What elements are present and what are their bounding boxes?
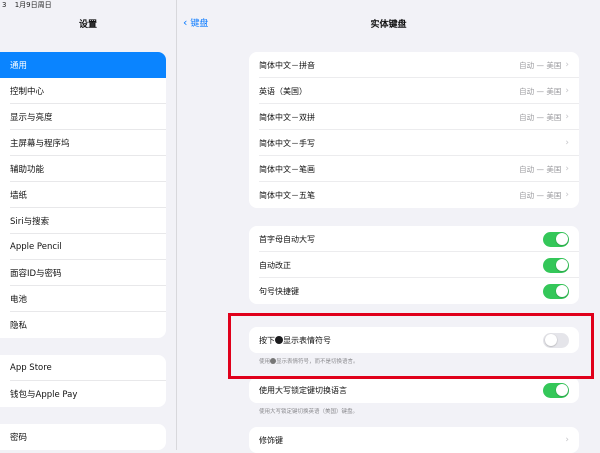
sidebar-item-battery[interactable]: 电池 <box>0 286 166 312</box>
capslock-footnote: 使用大写锁定键切换英语（美国）键盘。 <box>259 409 359 415</box>
keyboard-list: 简体中文－拼音 自动 — 美国 › 英语（美国） 自动 — 美国 › 简体中文－双拼… <box>249 52 579 208</box>
auto-correct-row: 自动改正 <box>249 252 579 278</box>
row-value: 自动 — 美国 <box>519 86 562 96</box>
sidebar-item-label: 主屏幕与程序坞 <box>10 139 70 149</box>
auto-correct-toggle[interactable] <box>543 257 569 273</box>
chevron-right-icon: › <box>565 435 569 445</box>
row-label: 修饰键 <box>259 435 283 445</box>
sidebar-item-control-center[interactable]: 控制中心 <box>0 78 166 104</box>
keyboard-row-wubi[interactable]: 简体中文－五笔 自动 — 美国 › <box>249 182 579 208</box>
capslock-row: 使用大写锁定键切换语言 <box>249 377 579 403</box>
period-shortcut-row: 句号快捷键 <box>249 278 579 304</box>
row-label: 使用大写锁定键切换语言 <box>259 385 347 395</box>
main-panel: ‹ 键盘 实体键盘 简体中文－拼音 自动 — 美国 › 英语（美国） 自动 — 美… <box>177 0 600 453</box>
sidebar-item-home-screen[interactable]: 主屏幕与程序坞 <box>0 130 166 156</box>
sidebar-item-passwords[interactable]: 密码 <box>0 424 166 450</box>
sidebar-item-label: 电池 <box>10 295 28 305</box>
sidebar-item-accessibility[interactable]: 辅助功能 <box>0 156 166 182</box>
sidebar-item-label: 面容ID与密码 <box>10 269 62 279</box>
status-bar: 3 1月9日周日 <box>0 0 178 14</box>
chevron-right-icon: › <box>565 112 569 122</box>
status-date: 1月9日周日 <box>14 1 52 9</box>
modifier-group: 修饰键 › <box>249 427 579 453</box>
keyboard-row-stroke[interactable]: 简体中文－笔画 自动 — 美国 › <box>249 156 579 182</box>
chevron-right-icon: › <box>565 164 569 174</box>
sidebar-item-label: App Store <box>10 363 52 373</box>
sidebar-group-passwords: 密码 <box>0 424 166 450</box>
auto-capitalization-toggle[interactable] <box>543 231 569 247</box>
row-label: 简体中文－五笔 <box>259 190 315 200</box>
chevron-right-icon: › <box>565 190 569 200</box>
sidebar-item-wallpaper[interactable]: 墙纸 <box>0 182 166 208</box>
status-time: 3 <box>2 1 7 9</box>
sidebar-item-label: 墙纸 <box>10 191 28 201</box>
row-label: 英语（美国） <box>259 86 307 96</box>
sidebar-item-privacy[interactable]: 隐私 <box>0 312 166 338</box>
row-value: 自动 — 美国 <box>519 60 562 70</box>
highlight-box <box>228 313 594 379</box>
sidebar-item-wallet[interactable]: 钱包与Apple Pay <box>0 381 166 407</box>
row-label: 自动改正 <box>259 260 291 270</box>
row-label: 首字母自动大写 <box>259 234 315 244</box>
sidebar-item-app-store[interactable]: App Store <box>0 355 166 381</box>
sidebar-item-label: 显示与亮度 <box>10 113 53 123</box>
sidebar: 3 1月9日周日 设置 通用 控制中心 显示与亮度 主屏幕与程序坞 辅助功能 墙… <box>0 0 177 450</box>
sidebar-item-label: 通用 <box>10 61 28 71</box>
row-label: 句号快捷键 <box>259 286 299 296</box>
sidebar-item-label: 钱包与Apple Pay <box>10 390 78 400</box>
sidebar-item-display[interactable]: 显示与亮度 <box>0 104 166 130</box>
row-label: 简体中文－笔画 <box>259 164 315 174</box>
sidebar-group-main: 通用 控制中心 显示与亮度 主屏幕与程序坞 辅助功能 墙纸 Siri与搜索 Ap… <box>0 52 166 338</box>
sidebar-group-store: App Store 钱包与Apple Pay <box>0 355 166 407</box>
capslock-group: 使用大写锁定键切换语言 <box>249 377 579 403</box>
capslock-toggle[interactable] <box>543 382 569 398</box>
page-title: 实体键盘 <box>370 20 407 30</box>
sidebar-item-siri[interactable]: Siri与搜索 <box>0 208 166 234</box>
auto-capitalization-row: 首字母自动大写 <box>249 226 579 252</box>
sidebar-item-face-id[interactable]: 面容ID与密码 <box>0 260 166 286</box>
chevron-right-icon: › <box>565 60 569 70</box>
sidebar-item-label: 辅助功能 <box>10 165 45 175</box>
chevron-right-icon: › <box>565 86 569 96</box>
keyboard-row-pinyin[interactable]: 简体中文－拼音 自动 — 美国 › <box>249 52 579 78</box>
chevron-right-icon: › <box>565 138 569 148</box>
sidebar-item-apple-pencil[interactable]: Apple Pencil <box>0 234 166 260</box>
keyboard-row-shuangpin[interactable]: 简体中文－双拼 自动 — 美国 › <box>249 104 579 130</box>
keyboard-row-english[interactable]: 英语（美国） 自动 — 美国 › <box>249 78 579 104</box>
row-value: 自动 — 美国 <box>519 190 562 200</box>
sidebar-item-label: Apple Pencil <box>10 242 62 252</box>
row-value: 自动 — 美国 <box>519 112 562 122</box>
period-shortcut-toggle[interactable] <box>543 283 569 299</box>
row-label: 简体中文－双拼 <box>259 112 315 122</box>
keyboard-row-handwriting[interactable]: 简体中文－手写 › <box>249 130 579 156</box>
sidebar-title: 设置 <box>78 20 97 30</box>
sidebar-item-label: 密码 <box>10 433 28 443</box>
sidebar-item-label: 隐私 <box>10 321 28 331</box>
row-value: 自动 — 美国 <box>519 164 562 174</box>
modifier-keys-row[interactable]: 修饰键 › <box>249 427 579 453</box>
sidebar-item-label: 控制中心 <box>10 87 45 97</box>
typing-options: 首字母自动大写 自动改正 句号快捷键 <box>249 226 579 304</box>
sidebar-item-general[interactable]: 通用 <box>0 52 166 78</box>
row-label: 简体中文－手写 <box>259 138 315 148</box>
row-label: 简体中文－拼音 <box>259 60 315 70</box>
sidebar-item-label: Siri与搜索 <box>10 217 50 227</box>
